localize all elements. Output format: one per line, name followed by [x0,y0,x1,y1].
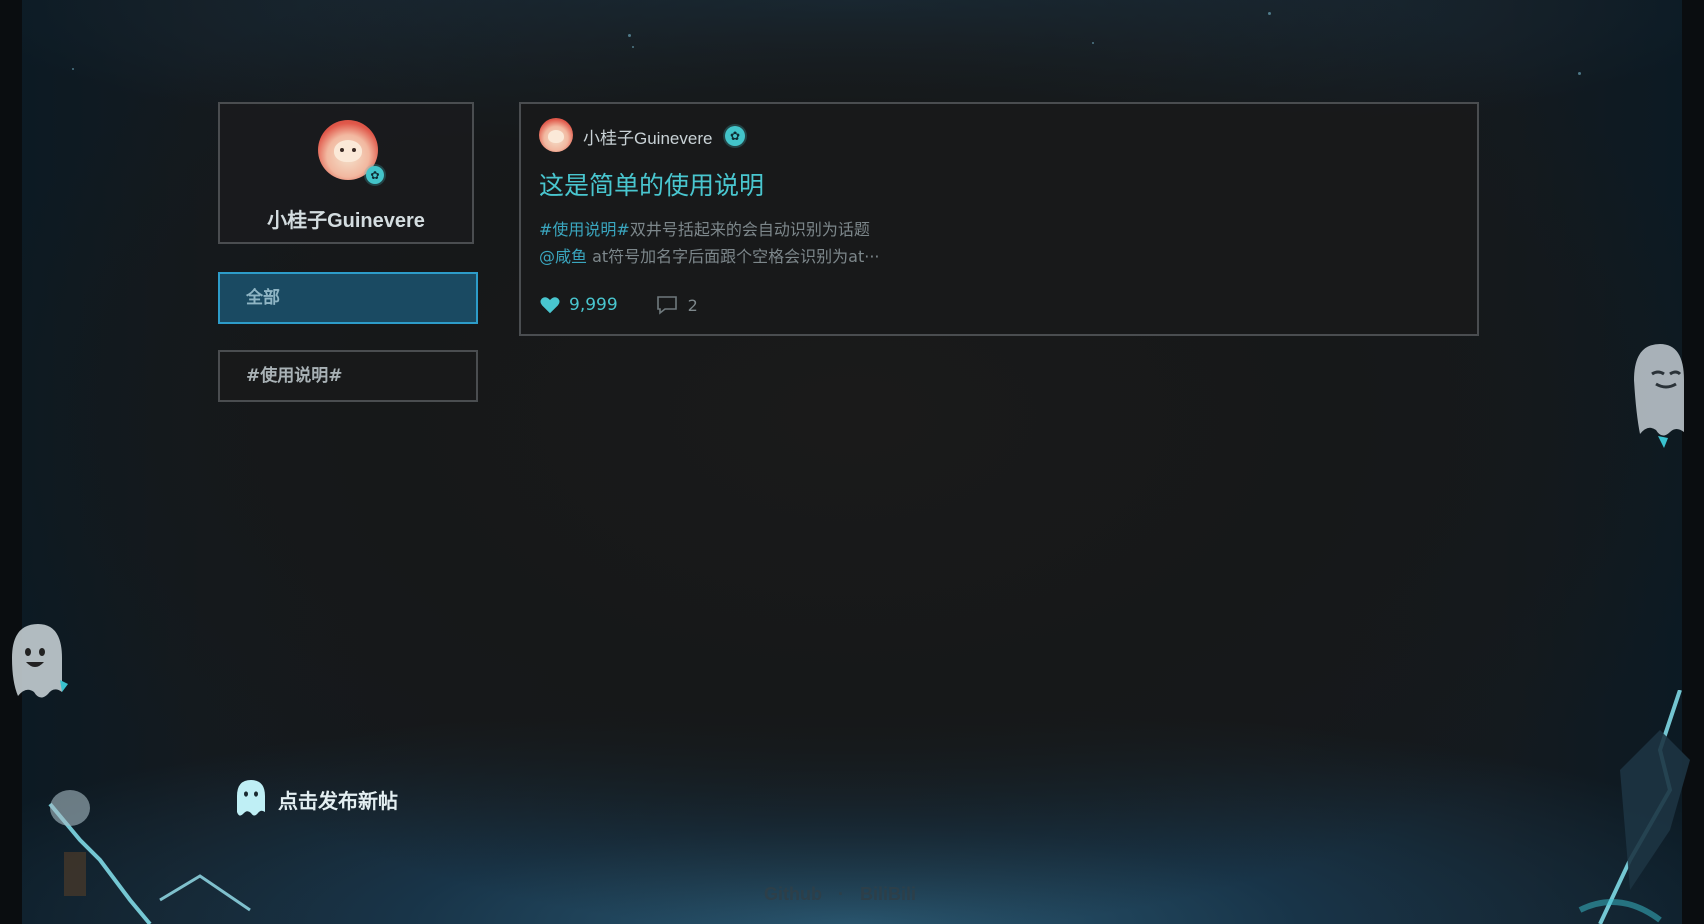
forum-page: ✿ 小桂子Guinevere 全部 #使用说明# 小桂子Guinevere ✿ … [0,0,1704,924]
avatar-face [548,130,564,143]
sparkle [1268,12,1271,15]
post-body-line: @咸鱼 at符号加名字后面跟个空格会识别为at··· [539,243,880,267]
post-author-avatar[interactable] [539,118,573,152]
post-card[interactable]: 小桂子Guinevere ✿ 这是简单的使用说明 #使用说明#双井号括起来的会自… [519,102,1479,336]
profile-name[interactable]: 小桂子Guinevere [220,204,472,233]
post-body-line: #使用说明#双井号括起来的会自动识别为话题 [539,216,870,240]
post-author-name[interactable]: 小桂子Guinevere [583,124,712,149]
comment-count: 2 [687,295,698,315]
sparkle [1092,42,1094,44]
sparkle [632,46,634,48]
sparkle [628,34,631,37]
footer: Github · BiliBili [764,884,916,905]
topic-tag-link[interactable]: #使用说明# [539,220,630,239]
new-post-button[interactable]: 点击发布新帖 [234,778,398,820]
post-body-text: at符号加名字后面跟个空格会识别为at··· [587,247,880,266]
post-stats: 9,999 2 [539,294,698,316]
avatar-eye [352,148,356,152]
avatar-face [334,140,362,162]
crystal-decoration-icon [1578,690,1690,924]
post-body-text: 双井号括起来的会自动识别为话题 [629,220,870,239]
profile-card: ✿ 小桂子Guinevere [218,102,474,244]
comment-icon[interactable] [656,295,678,315]
footer-separator: · [837,884,844,904]
ghost-icon [237,780,265,816]
github-link[interactable]: Github [764,884,822,905]
sparkle [72,68,74,70]
verified-badge-icon: ✿ [725,126,745,146]
avatar-eye [340,148,344,152]
sparkle [1578,72,1581,75]
verified-badge-icon: ✿ [366,166,384,184]
heart-icon[interactable] [539,294,561,316]
new-post-label: 点击发布新帖 [278,788,398,813]
frame-edge-left [0,0,22,924]
crystal-decoration-icon [48,790,251,924]
post-title[interactable]: 这是简单的使用说明 [539,166,764,202]
like-count: 9,999 [569,295,618,315]
filter-button-topic[interactable]: #使用说明# [218,350,478,402]
bilibili-link[interactable]: BiliBili [860,884,916,905]
ghost-decoration-icon [1634,344,1684,448]
mention-link[interactable]: @咸鱼 [539,247,587,266]
avatar[interactable]: ✿ [318,120,384,184]
filter-button-all[interactable]: 全部 [218,272,478,324]
ghost-decoration-icon [12,624,68,698]
